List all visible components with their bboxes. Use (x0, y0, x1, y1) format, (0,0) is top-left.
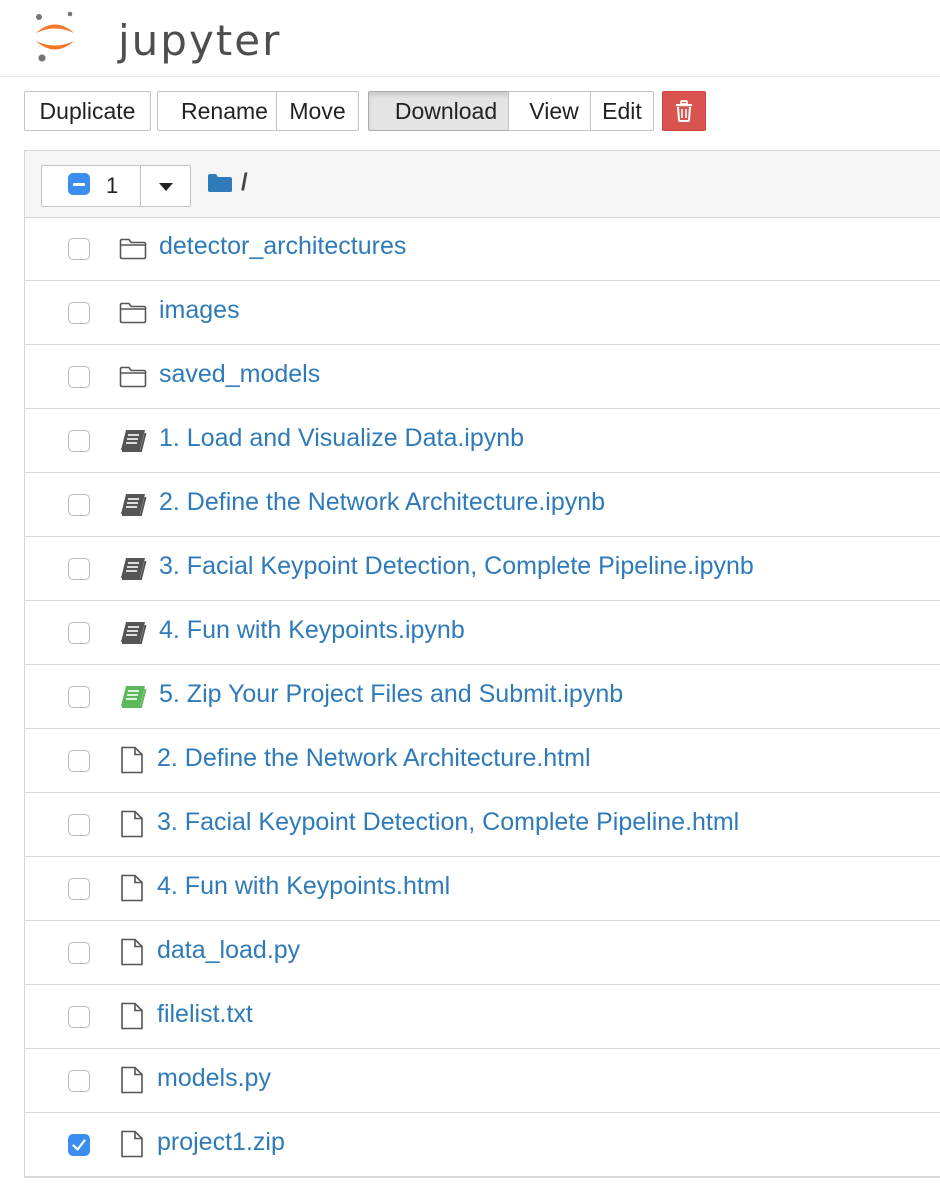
file-row[interactable]: 2. Define the Network Architecture.html (25, 729, 940, 793)
folder-icon[interactable] (207, 173, 233, 193)
file-row[interactable]: filelist.txt (25, 985, 940, 1049)
running-notebook-icon (119, 685, 147, 714)
view-button[interactable]: View (508, 91, 600, 131)
checkmark-icon (72, 1139, 86, 1151)
row-checkbox[interactable] (68, 686, 90, 708)
row-checkbox[interactable] (68, 878, 90, 900)
file-name-link[interactable]: models.py (157, 1064, 271, 1093)
edit-button[interactable]: Edit (590, 91, 654, 131)
row-checkbox[interactable] (68, 1070, 90, 1092)
folder-icon (119, 238, 147, 265)
row-checkbox[interactable] (68, 942, 90, 964)
trash-icon (676, 100, 692, 122)
file-icon (120, 746, 144, 779)
folder-icon (119, 302, 147, 329)
file-name-link[interactable]: 3. Facial Keypoint Detection, Complete P… (157, 808, 739, 837)
file-row[interactable]: 3. Facial Keypoint Detection, Complete P… (25, 793, 940, 857)
jupyter-logo-icon (36, 11, 74, 62)
file-name-link[interactable]: 2. Define the Network Architecture.html (157, 744, 591, 773)
file-row[interactable]: 1. Load and Visualize Data.ipynb (25, 409, 940, 473)
file-row[interactable]: data_load.py (25, 921, 940, 985)
notebook-icon (119, 429, 147, 458)
file-icon (120, 1130, 144, 1163)
file-row[interactable]: 5. Zip Your Project Files and Submit.ipy… (25, 665, 940, 729)
file-list-header: 1 / (25, 151, 940, 218)
row-checkbox[interactable] (68, 1006, 90, 1028)
row-checkbox[interactable] (68, 238, 90, 260)
row-checkbox[interactable] (68, 494, 90, 516)
select-all-toggle[interactable]: 1 (42, 166, 141, 206)
file-row[interactable]: 4. Fun with Keypoints.ipynb (25, 601, 940, 665)
row-checkbox[interactable] (68, 1134, 90, 1156)
file-row[interactable]: images (25, 281, 940, 345)
row-checkbox[interactable] (68, 558, 90, 580)
file-name-link[interactable]: images (159, 296, 240, 325)
file-row[interactable]: detector_architectures (25, 217, 940, 281)
file-icon (120, 938, 144, 971)
duplicate-button[interactable]: Duplicate (24, 91, 151, 131)
file-name-link[interactable]: 4. Fun with Keypoints.ipynb (159, 616, 465, 645)
rename-button[interactable]: Rename (157, 91, 292, 131)
file-name-link[interactable]: filelist.txt (157, 1000, 253, 1029)
file-list: 1 / detector_architecturesimages saved_mo… (24, 150, 940, 1178)
file-row[interactable]: 3. Facial Keypoint Detection, Complete P… (25, 537, 940, 601)
file-name-link[interactable]: data_load.py (157, 936, 300, 965)
download-button[interactable]: Download (368, 91, 524, 131)
file-name-link[interactable]: saved_models (159, 360, 320, 389)
row-checkbox[interactable] (68, 430, 90, 452)
notebook-icon (119, 621, 147, 650)
file-row[interactable]: saved_models (25, 345, 940, 409)
file-name-link[interactable]: 1. Load and Visualize Data.ipynb (159, 424, 524, 453)
jupyter-logo[interactable]: jupyter (30, 8, 279, 68)
file-name-link[interactable]: project1.zip (157, 1128, 285, 1157)
jupyter-logo-text: jupyter (118, 16, 282, 65)
file-name-link[interactable]: 2. Define the Network Architecture.ipynb (159, 488, 605, 517)
notebook-icon (119, 557, 147, 586)
breadcrumb[interactable]: / (241, 169, 248, 197)
file-row[interactable]: project1.zip (25, 1113, 940, 1177)
file-name-link[interactable]: 4. Fun with Keypoints.html (157, 872, 450, 901)
select-all-dropdown[interactable]: 1 (41, 165, 191, 207)
file-icon (120, 874, 144, 907)
file-icon (120, 1002, 144, 1035)
row-checkbox[interactable] (68, 366, 90, 388)
file-name-link[interactable]: detector_architectures (159, 232, 406, 261)
row-checkbox[interactable] (68, 302, 90, 324)
row-checkbox[interactable] (68, 814, 90, 836)
caret-down-icon[interactable] (159, 183, 173, 191)
selected-count: 1 (106, 173, 119, 198)
file-row[interactable]: models.py (25, 1049, 940, 1113)
row-checkbox[interactable] (68, 622, 90, 644)
file-icon (120, 810, 144, 843)
file-name-link[interactable]: 5. Zip Your Project Files and Submit.ipy… (159, 680, 623, 709)
select-all-checkbox[interactable] (68, 173, 90, 195)
file-row[interactable]: 4. Fun with Keypoints.html (25, 857, 940, 921)
file-icon (120, 1066, 144, 1099)
delete-button[interactable] (662, 91, 706, 131)
row-checkbox[interactable] (68, 750, 90, 772)
notebook-icon (119, 493, 147, 522)
move-button[interactable]: Move (276, 91, 359, 131)
file-name-link[interactable]: 3. Facial Keypoint Detection, Complete P… (159, 552, 754, 581)
folder-icon (119, 366, 147, 393)
file-row[interactable]: 2. Define the Network Architecture.ipynb (25, 473, 940, 537)
header: jupyter (0, 0, 940, 77)
